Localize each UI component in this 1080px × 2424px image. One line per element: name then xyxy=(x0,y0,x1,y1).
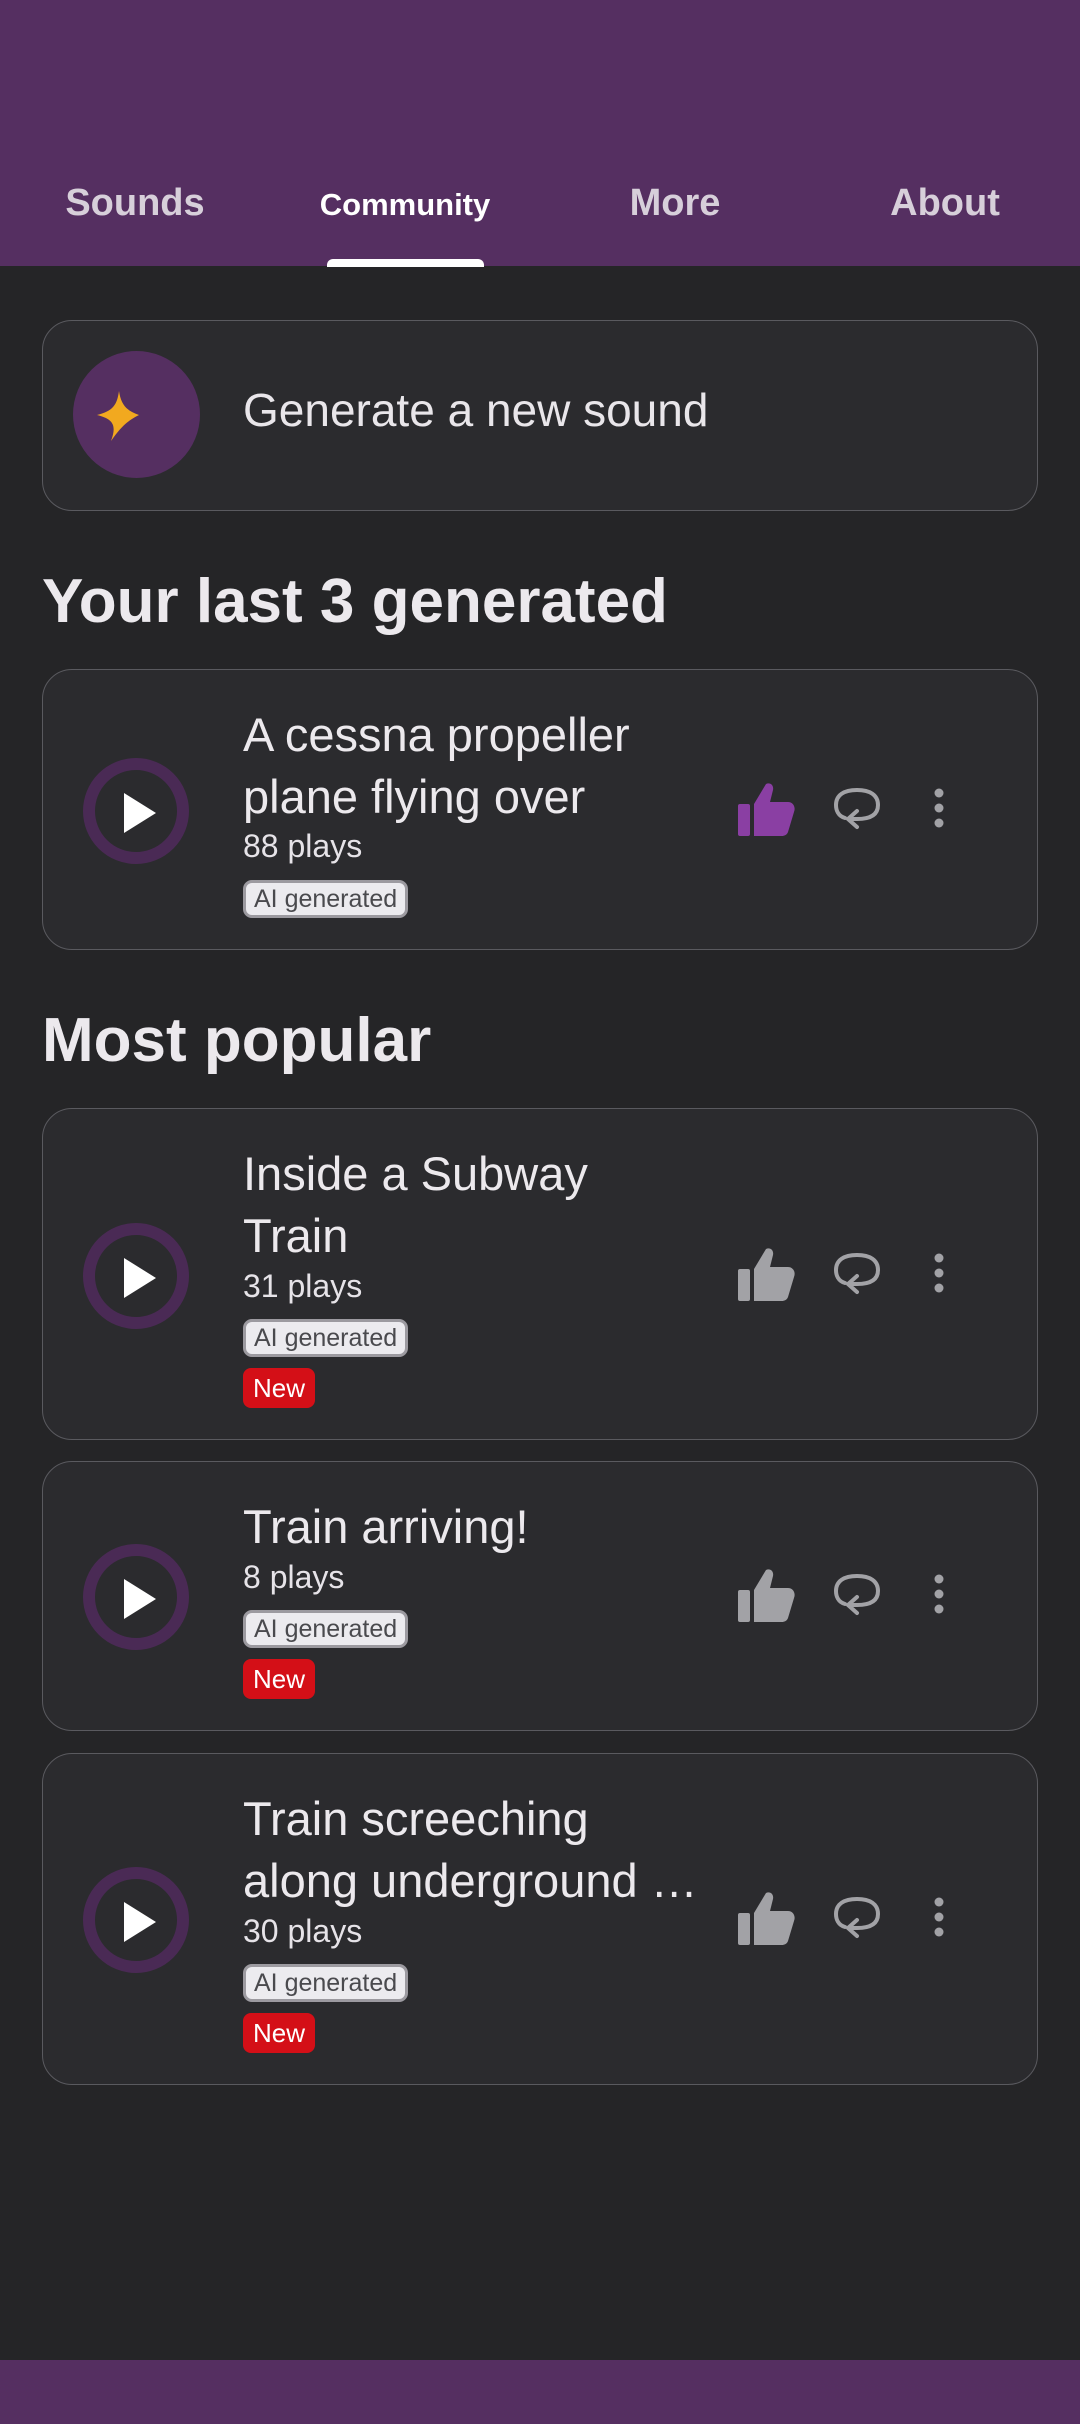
play-count: 88 plays xyxy=(243,828,363,864)
play-button[interactable] xyxy=(83,758,189,864)
tab-community[interactable]: Community xyxy=(270,160,540,266)
play-button[interactable] xyxy=(83,1544,189,1650)
sound-card: Inside a Subway Train 31 plays AI genera… xyxy=(42,1108,1038,1440)
reply-icon[interactable] xyxy=(833,1251,881,1297)
tab-more-label: More xyxy=(629,182,721,224)
more-vertical-icon[interactable] xyxy=(933,788,945,828)
play-icon xyxy=(124,1902,156,1942)
sound-title-line: plane flying over xyxy=(243,770,586,823)
play-count: 8 plays xyxy=(243,1559,345,1595)
more-vertical-icon[interactable] xyxy=(933,1253,945,1293)
generate-new-sound-label: Generate a new sound xyxy=(243,384,709,436)
thumbs-up-icon[interactable] xyxy=(736,1245,796,1303)
popular-section-title: Most popular xyxy=(42,1006,432,1075)
generate-new-sound-card[interactable]: Generate a new sound xyxy=(42,320,1038,511)
play-icon xyxy=(124,1579,156,1619)
thumbs-up-icon[interactable] xyxy=(736,780,796,838)
play-icon xyxy=(124,1258,156,1298)
generate-icon-circle xyxy=(73,351,200,478)
sound-card: A cessna propeller plane flying over 88 … xyxy=(42,669,1038,950)
play-icon xyxy=(124,793,156,833)
reply-icon[interactable] xyxy=(833,786,881,832)
play-button[interactable] xyxy=(83,1867,189,1973)
sound-title-line: along underground … xyxy=(243,1854,698,1907)
ai-generated-badge: AI generated xyxy=(243,880,409,918)
reply-icon[interactable] xyxy=(833,1572,881,1618)
sound-title: Inside a Subway Train xyxy=(243,1143,703,1267)
tab-about[interactable]: About xyxy=(810,160,1080,266)
bottom-bar xyxy=(0,2360,1080,2424)
ai-generated-badge: AI generated xyxy=(243,1319,409,1357)
recent-section-title: Your last 3 generated xyxy=(42,567,668,636)
sound-title-line: Train screeching xyxy=(243,1792,589,1845)
tab-bar: Sounds Community More About xyxy=(0,160,1080,266)
tab-more[interactable]: More xyxy=(540,160,810,266)
sound-title-line: Train arriving! xyxy=(243,1500,529,1553)
ai-generated-badge: AI generated xyxy=(243,1610,409,1648)
active-tab-indicator xyxy=(327,259,484,267)
ai-generated-badge: AI generated xyxy=(243,1964,409,2002)
thumbs-up-icon[interactable] xyxy=(736,1889,796,1947)
play-count: 30 plays xyxy=(243,1913,363,1949)
sound-title-line: A cessna propeller xyxy=(243,708,630,761)
new-badge: New xyxy=(243,2013,316,2053)
sound-card: Train arriving! 8 plays AI generated New xyxy=(42,1461,1038,1731)
sound-title: Train arriving! xyxy=(243,1496,703,1558)
tab-about-label: About xyxy=(890,182,1000,224)
new-badge: New xyxy=(243,1368,316,1408)
reply-icon[interactable] xyxy=(833,1895,881,1941)
play-count: 31 plays xyxy=(243,1268,363,1304)
sound-title: A cessna propeller plane flying over xyxy=(243,704,703,828)
play-button[interactable] xyxy=(83,1223,189,1329)
sound-title-line: Inside a Subway xyxy=(243,1147,588,1200)
sparkle-icon xyxy=(97,391,139,441)
new-badge: New xyxy=(243,1659,316,1699)
sound-title: Train screeching along underground … xyxy=(243,1788,703,1912)
more-vertical-icon[interactable] xyxy=(933,1574,945,1614)
sound-card: Train screeching along underground … 30 … xyxy=(42,1753,1038,2085)
thumbs-up-icon[interactable] xyxy=(736,1566,796,1624)
more-vertical-icon[interactable] xyxy=(933,1897,945,1937)
tab-community-label: Community xyxy=(319,187,491,222)
tab-sounds[interactable]: Sounds xyxy=(0,160,270,266)
tab-sounds-label: Sounds xyxy=(65,182,205,224)
top-app-bar: Sounds Community More About xyxy=(0,0,1080,266)
sound-title-line: Train xyxy=(243,1209,349,1262)
